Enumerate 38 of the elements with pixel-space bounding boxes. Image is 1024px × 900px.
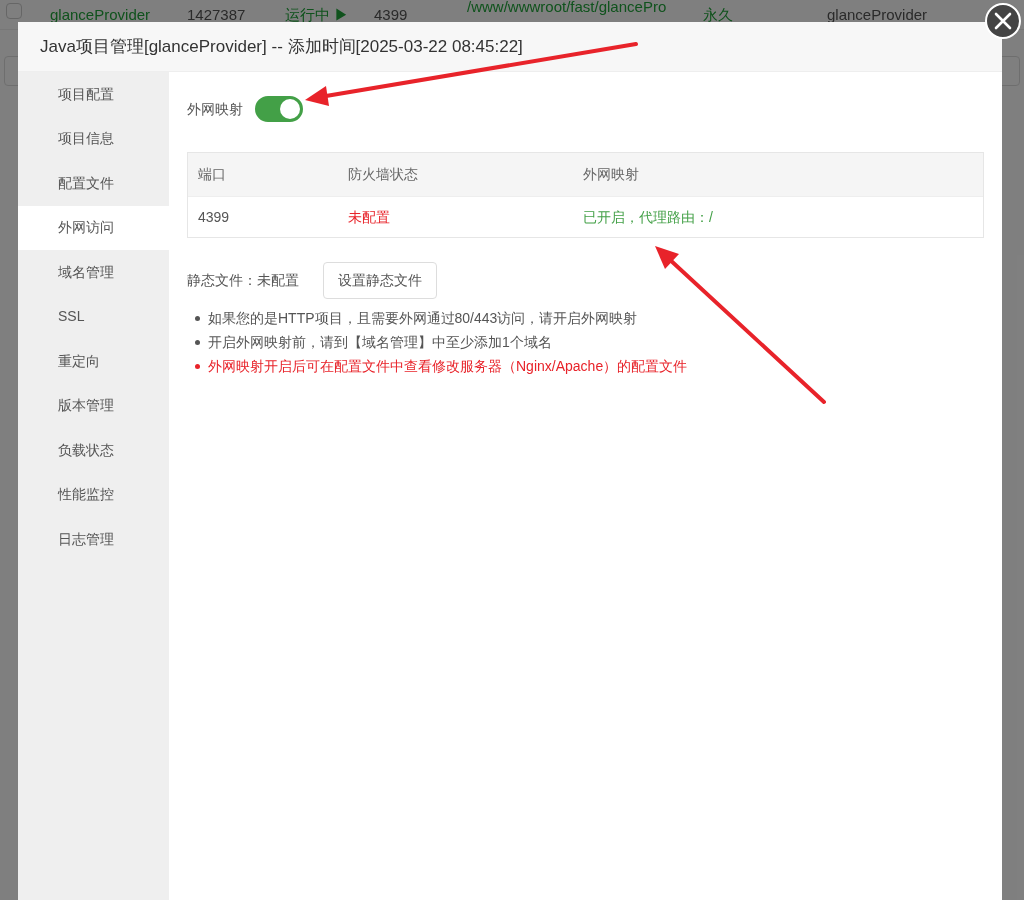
static-files-label: 静态文件：未配置 [187,271,299,290]
note-text: 如果您的是HTTP项目，且需要外网通过80/443访问，请开启外网映射 [208,308,638,328]
sidebar-item[interactable]: 负载状态 [18,428,169,473]
column-header: 防火墙状态 [347,165,419,184]
sidebar-item[interactable]: 日志管理 [18,517,169,562]
sidebar-item[interactable]: 项目信息 [18,116,169,161]
close-button[interactable] [985,3,1021,39]
bullet-icon [195,339,200,345]
sidebar-item[interactable]: 重定向 [18,339,169,384]
checkbox[interactable] [6,3,22,19]
table-cell-text: glanceProvider [50,5,151,25]
table-cell-text: /www/wwwroot/fast/glancePro [467,0,667,17]
table-cell-text: glanceProvider [827,5,928,25]
sidebar-item[interactable]: 版本管理 [18,383,169,428]
set-static-files-button[interactable]: 设置静态文件 [323,262,437,299]
sidebar-item[interactable]: SSL [18,294,169,339]
table-cell-text: 未配置 [347,207,391,227]
table-cell-text: 已开启，代理路由：/ [582,207,714,227]
sidebar-item[interactable]: 域名管理 [18,250,169,295]
note-text: 外网映射开启后可在配置文件中查看修改服务器（Nginx/Apache）的配置文件 [208,356,688,376]
close-icon [994,12,1012,30]
sidebar-item[interactable]: 性能监控 [18,472,169,517]
window-title: Java项目管理[glanceProvider] -- 添加时间[2025-03-22 08:45:22] [18,22,1002,72]
table-cell-text: 4399 [374,5,408,25]
sidebar-item[interactable]: 配置文件 [18,161,169,206]
toggle-switch[interactable] [255,96,303,122]
table-cell-text: 运行中 ▶ [285,5,350,25]
table-cell-text: 1427387 [187,5,246,25]
column-header: 外网映射 [582,165,640,184]
bullet-icon [195,315,200,321]
table-cell-text: 4399 [197,207,231,227]
bullet-icon [195,363,200,369]
table-cell-text: 永久 [703,5,733,25]
sidebar-item[interactable]: 项目配置 [18,72,169,117]
note-text: 开启外网映射前，请到【域名管理】中至少添加1个域名 [208,332,552,352]
toggle-label: 外网映射 [187,99,243,119]
column-header: 端口 [197,165,227,184]
sidebar-item[interactable]: 外网访问 [18,205,169,250]
